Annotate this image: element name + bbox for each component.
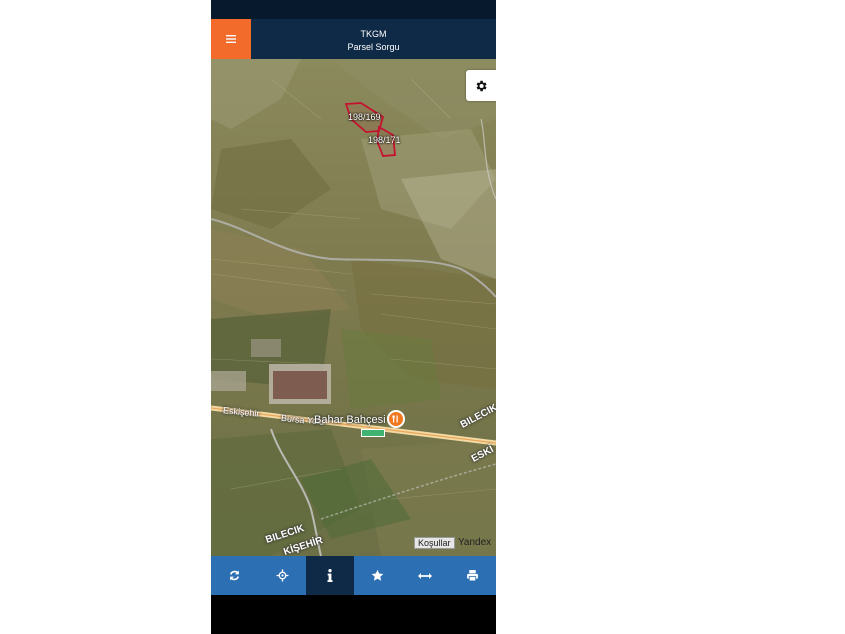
- phone-screen: TKGM Parsel Sorgu 198/169 198/171 BILECI…: [211, 0, 496, 634]
- refresh-icon: [230, 570, 240, 581]
- settings-button[interactable]: [466, 70, 496, 101]
- star-icon: [371, 569, 384, 581]
- restaurant-marker[interactable]: [387, 410, 405, 428]
- road-sign-marker: [361, 429, 385, 437]
- hamburger-menu-icon: [226, 35, 236, 43]
- locate-button[interactable]: [259, 556, 307, 595]
- print-icon: [466, 570, 478, 582]
- app-title: TKGM: [360, 29, 387, 39]
- info-button[interactable]: [306, 556, 354, 595]
- info-icon: [327, 569, 333, 582]
- satellite-map[interactable]: 198/169 198/171 BILECIK ESKİ BILECIK KİŞ…: [211, 59, 496, 556]
- satellite-imagery: [211, 59, 496, 556]
- favorites-button[interactable]: [354, 556, 402, 595]
- app-header: TKGM Parsel Sorgu: [211, 19, 496, 59]
- print-button[interactable]: [449, 556, 497, 595]
- terms-link[interactable]: Koşullar: [414, 537, 455, 549]
- gear-icon: [476, 80, 487, 91]
- app-subtitle: Parsel Sorgu: [347, 42, 400, 52]
- arrows-horizontal-icon: [417, 572, 432, 579]
- poi-label[interactable]: Bahar Bahçesi: [314, 414, 386, 426]
- bottom-toolbar: [211, 556, 496, 595]
- parcel-label[interactable]: 198/169: [348, 112, 381, 122]
- measure-button[interactable]: [401, 556, 449, 595]
- restaurant-icon: [392, 415, 398, 423]
- menu-button[interactable]: [211, 19, 251, 59]
- map-provider-label: Yandex: [458, 537, 492, 548]
- refresh-button[interactable]: [211, 556, 259, 595]
- parcel-label[interactable]: 198/171: [368, 135, 401, 145]
- status-bar: [211, 0, 496, 19]
- system-navigation-bar: [211, 595, 496, 634]
- crosshair-icon: [276, 569, 289, 582]
- title-block: TKGM Parsel Sorgu: [251, 19, 496, 59]
